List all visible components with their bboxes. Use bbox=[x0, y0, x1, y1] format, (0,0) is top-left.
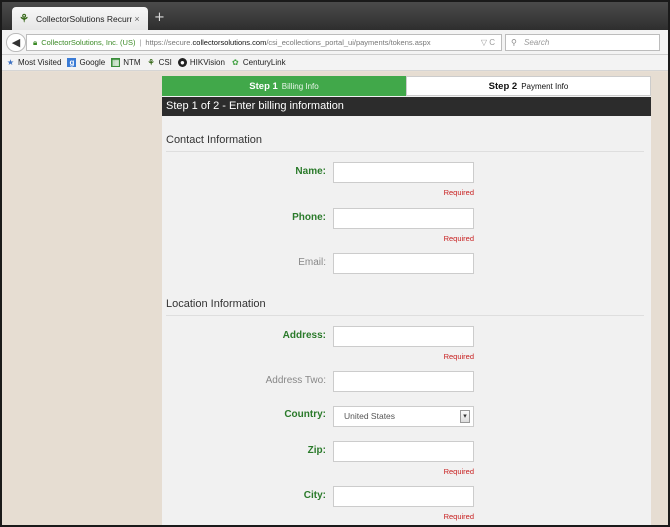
zip-label: Zip: bbox=[307, 445, 326, 456]
lock-icon: 🔒︎ bbox=[33, 37, 38, 47]
address-label: Address: bbox=[282, 330, 326, 341]
hikvision-icon: ● bbox=[177, 58, 187, 67]
address-two-input[interactable] bbox=[333, 371, 474, 392]
bookmark-most-visited[interactable]: ★ Most Visited bbox=[6, 58, 62, 67]
browser-window: ⚘ CollectorSolutions Recurri... × + ◀ 🔒︎… bbox=[0, 0, 670, 527]
back-arrow-icon: ◀ bbox=[11, 36, 21, 49]
tab-strip: ⚘ CollectorSolutions Recurri... × + bbox=[2, 2, 668, 30]
bookmark-google[interactable]: g Google bbox=[67, 58, 105, 67]
contact-section-title: Contact Information bbox=[166, 134, 262, 146]
bookmark-centurylink[interactable]: ✿ CenturyLink bbox=[231, 58, 286, 67]
phone-input[interactable] bbox=[333, 208, 474, 229]
nav-bar: ◀ 🔒︎ CollectorSolutions, Inc. (US) | htt… bbox=[2, 30, 668, 55]
google-icon: g bbox=[67, 58, 77, 67]
csi-icon: ⚘ bbox=[147, 58, 155, 67]
browser-tab[interactable]: ⚘ CollectorSolutions Recurri... × bbox=[12, 7, 148, 30]
step-indicator: Step 1 Billing Info Step 2 Payment Info bbox=[162, 76, 651, 96]
bookmark-ntm[interactable]: ▦ NTM bbox=[111, 58, 141, 67]
step-1-billing-info: Step 1 Billing Info bbox=[162, 76, 406, 96]
page-viewport: Step 1 Billing Info Step 2 Payment Info … bbox=[2, 72, 668, 525]
close-tab-icon[interactable]: × bbox=[132, 14, 142, 24]
form-header: Step 1 of 2 - Enter billing information bbox=[162, 97, 651, 116]
section-divider bbox=[166, 315, 644, 316]
bookmark-star-icon: ★ bbox=[6, 58, 15, 67]
search-input[interactable]: ⚲ Search bbox=[505, 34, 660, 51]
url-separator: | bbox=[139, 38, 142, 47]
site-favicon-icon: ⚘ bbox=[19, 12, 29, 25]
dropdown-arrow-icon[interactable]: ▾ bbox=[460, 410, 470, 423]
bookmark-hikvision[interactable]: ● HIKVision bbox=[177, 58, 225, 67]
location-section-title: Location Information bbox=[166, 298, 266, 310]
site-identity: CollectorSolutions, Inc. (US) bbox=[41, 38, 136, 47]
email-input[interactable] bbox=[333, 253, 474, 274]
phone-label: Phone: bbox=[292, 212, 326, 223]
address-required: Required bbox=[443, 352, 474, 361]
phone-required: Required bbox=[443, 234, 474, 243]
ntm-icon: ▦ bbox=[111, 58, 121, 67]
search-icon: ⚲ bbox=[511, 38, 517, 47]
country-value: United States bbox=[344, 411, 396, 421]
country-label: Country: bbox=[284, 409, 326, 420]
city-label: City: bbox=[303, 490, 326, 501]
billing-form: Step 1 Billing Info Step 2 Payment Info … bbox=[162, 76, 651, 525]
section-divider bbox=[166, 151, 644, 152]
reload-icon[interactable]: ▽ C bbox=[481, 38, 501, 47]
name-label: Name: bbox=[295, 166, 326, 177]
address-two-label: Address Two: bbox=[265, 375, 326, 386]
name-required: Required bbox=[443, 188, 474, 197]
back-button[interactable]: ◀ bbox=[6, 33, 26, 52]
centurylink-icon: ✿ bbox=[232, 58, 239, 67]
zip-required: Required bbox=[443, 467, 474, 476]
step-2-payment-info: Step 2 Payment Info bbox=[406, 76, 651, 96]
name-input[interactable] bbox=[333, 162, 474, 183]
city-input[interactable] bbox=[333, 486, 474, 507]
bookmark-csi[interactable]: ⚘ CSI bbox=[147, 58, 171, 67]
address-bar[interactable]: 🔒︎ CollectorSolutions, Inc. (US) | https… bbox=[26, 34, 502, 51]
bookmarks-bar: ★ Most Visited g Google ▦ NTM ⚘ CSI ● HI… bbox=[2, 55, 668, 71]
new-tab-button[interactable]: + bbox=[154, 10, 165, 25]
tab-title: CollectorSolutions Recurri... bbox=[36, 13, 132, 24]
url-text: https://secure.collectorsolutions.com/cs… bbox=[145, 38, 431, 47]
country-select[interactable]: United States ▾ bbox=[333, 406, 474, 427]
city-required: Required bbox=[443, 512, 474, 521]
search-placeholder: Search bbox=[524, 38, 550, 47]
address-input[interactable] bbox=[333, 326, 474, 347]
email-label: Email: bbox=[298, 257, 326, 268]
zip-input[interactable] bbox=[333, 441, 474, 462]
